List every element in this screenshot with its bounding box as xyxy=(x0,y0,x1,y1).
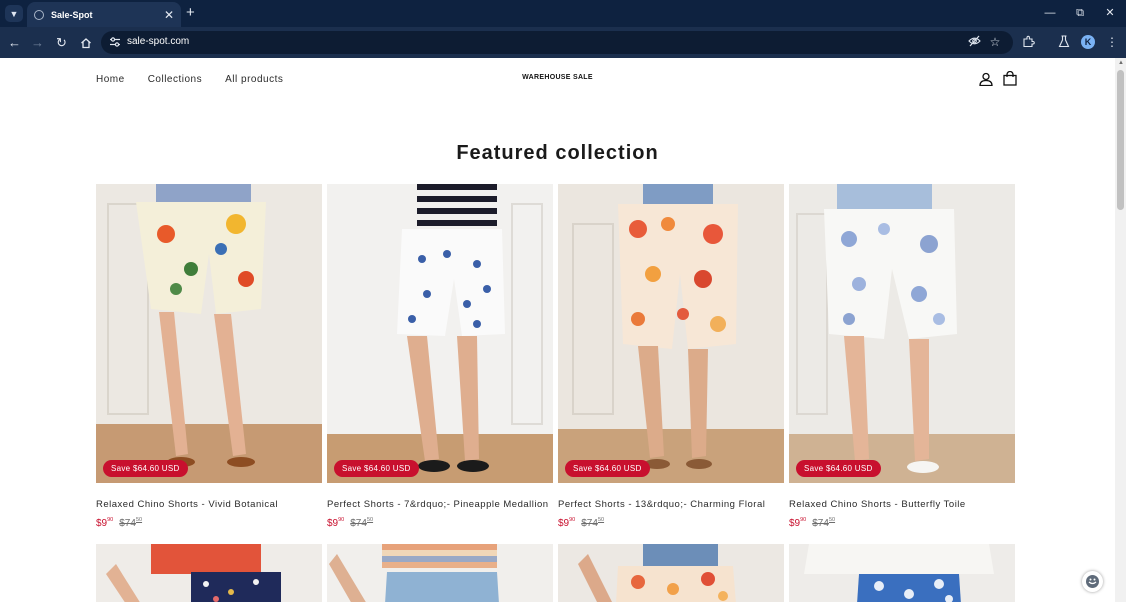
original-price: $7450 xyxy=(581,517,605,529)
tab-search-button[interactable]: ▼ xyxy=(5,5,23,22)
product-photo xyxy=(789,184,1015,483)
lab-flask-icon[interactable] xyxy=(1057,35,1071,51)
scrollbar-thumb[interactable] xyxy=(1117,70,1124,210)
site-settings-icon[interactable] xyxy=(109,36,121,48)
original-price: $7450 xyxy=(812,517,836,529)
price-row: $990 $7450 xyxy=(327,517,553,529)
site-logo[interactable]: WAREHOUSE SALE xyxy=(0,74,1115,81)
tab-close-icon[interactable]: ✕ xyxy=(161,8,177,22)
sale-badge: Save $64.60 USD xyxy=(796,460,881,477)
bookmark-star-icon[interactable]: ☆ xyxy=(988,35,1002,49)
more-menu-icon[interactable]: ⋮ xyxy=(1105,35,1119,49)
product-photo xyxy=(558,184,784,483)
scroll-up-arrow-icon[interactable]: ▲ xyxy=(1118,60,1124,66)
globe-icon xyxy=(34,9,44,20)
section-title: Featured collection xyxy=(456,142,659,164)
product-image[interactable] xyxy=(789,544,1015,602)
price-row: $990 $7450 xyxy=(96,517,322,529)
sale-badge: Save $64.60 USD xyxy=(334,460,419,477)
product-image[interactable]: Save $64.60 USD xyxy=(327,184,553,483)
product-title[interactable]: Relaxed Chino Shorts - Butterfly Toile xyxy=(789,499,1015,510)
product-image[interactable]: Save $64.60 USD xyxy=(558,184,784,483)
restore-icon[interactable]: ⧉ xyxy=(1073,6,1087,20)
address-bar[interactable]: sale-spot.com ☆ xyxy=(101,31,1013,54)
product-card[interactable]: Save $64.60 USD Perfect Shorts - 13&rdqu… xyxy=(558,184,784,529)
product-card[interactable]: Save $64.60 USD Perfect Shorts - 7&rdquo… xyxy=(327,184,553,529)
sale-price: $990 xyxy=(327,517,345,529)
product-title[interactable]: Perfect Shorts - 7&rdquo;- Pineapple Med… xyxy=(327,499,553,510)
product-photo xyxy=(96,184,322,483)
minimize-icon[interactable]: — xyxy=(1043,6,1057,20)
original-price: $7450 xyxy=(350,517,374,529)
product-image[interactable] xyxy=(96,544,322,602)
forward-arrow-icon[interactable]: → xyxy=(29,34,46,51)
web-page: Home Collections All products WAREHOUSE … xyxy=(0,58,1115,602)
product-photo xyxy=(789,544,1015,602)
product-card[interactable]: Save $64.60 USD Relaxed Chino Shorts - B… xyxy=(789,184,1015,529)
browser-toolbar: ← → ↻ sale-spot.com ☆ K ⋮ xyxy=(0,27,1126,58)
product-photo xyxy=(96,544,322,602)
product-photo xyxy=(558,544,784,602)
product-image[interactable] xyxy=(558,544,784,602)
cart-bag-icon[interactable] xyxy=(1003,71,1017,86)
close-window-icon[interactable]: ✕ xyxy=(1103,6,1117,20)
back-arrow-icon[interactable]: ← xyxy=(6,34,23,51)
sale-badge: Save $64.60 USD xyxy=(565,460,650,477)
sale-price: $990 xyxy=(558,517,576,529)
eye-off-icon[interactable] xyxy=(967,35,981,50)
sale-badge: Save $64.60 USD xyxy=(103,460,188,477)
price-row: $990 $7450 xyxy=(558,517,784,529)
account-icon[interactable] xyxy=(979,72,993,86)
profile-avatar[interactable]: K xyxy=(1081,35,1095,49)
page-scrollbar[interactable]: ▲ xyxy=(1115,58,1126,602)
tab-title: Sale-Spot xyxy=(51,9,93,20)
reload-icon[interactable]: ↻ xyxy=(53,34,70,51)
product-title[interactable]: Perfect Shorts - 13&rdquo;- Charming Flo… xyxy=(558,499,784,510)
price-row: $990 $7450 xyxy=(789,517,1015,529)
extensions-icon[interactable] xyxy=(1021,35,1035,51)
product-image[interactable]: Save $64.60 USD xyxy=(96,184,322,483)
product-image[interactable] xyxy=(327,544,553,602)
home-icon[interactable] xyxy=(77,34,94,51)
product-photo xyxy=(327,544,553,602)
browser-tab-strip: ▼ Sale-Spot ✕ + — ⧉ ✕ xyxy=(0,0,1126,27)
product-photo xyxy=(327,184,553,483)
url-text: sale-spot.com xyxy=(127,36,190,47)
sale-price: $990 xyxy=(96,517,114,529)
chat-widget-button[interactable] xyxy=(1082,571,1103,592)
product-card[interactable]: Save $64.60 USD Relaxed Chino Shorts - V… xyxy=(96,184,322,529)
product-image[interactable]: Save $64.60 USD xyxy=(789,184,1015,483)
browser-tab[interactable]: Sale-Spot ✕ xyxy=(27,2,181,27)
sale-price: $990 xyxy=(789,517,807,529)
product-title[interactable]: Relaxed Chino Shorts - Vivid Botanical xyxy=(96,499,322,510)
chat-icon xyxy=(1086,575,1099,588)
new-tab-button[interactable]: + xyxy=(186,5,195,21)
original-price: $7450 xyxy=(119,517,143,529)
